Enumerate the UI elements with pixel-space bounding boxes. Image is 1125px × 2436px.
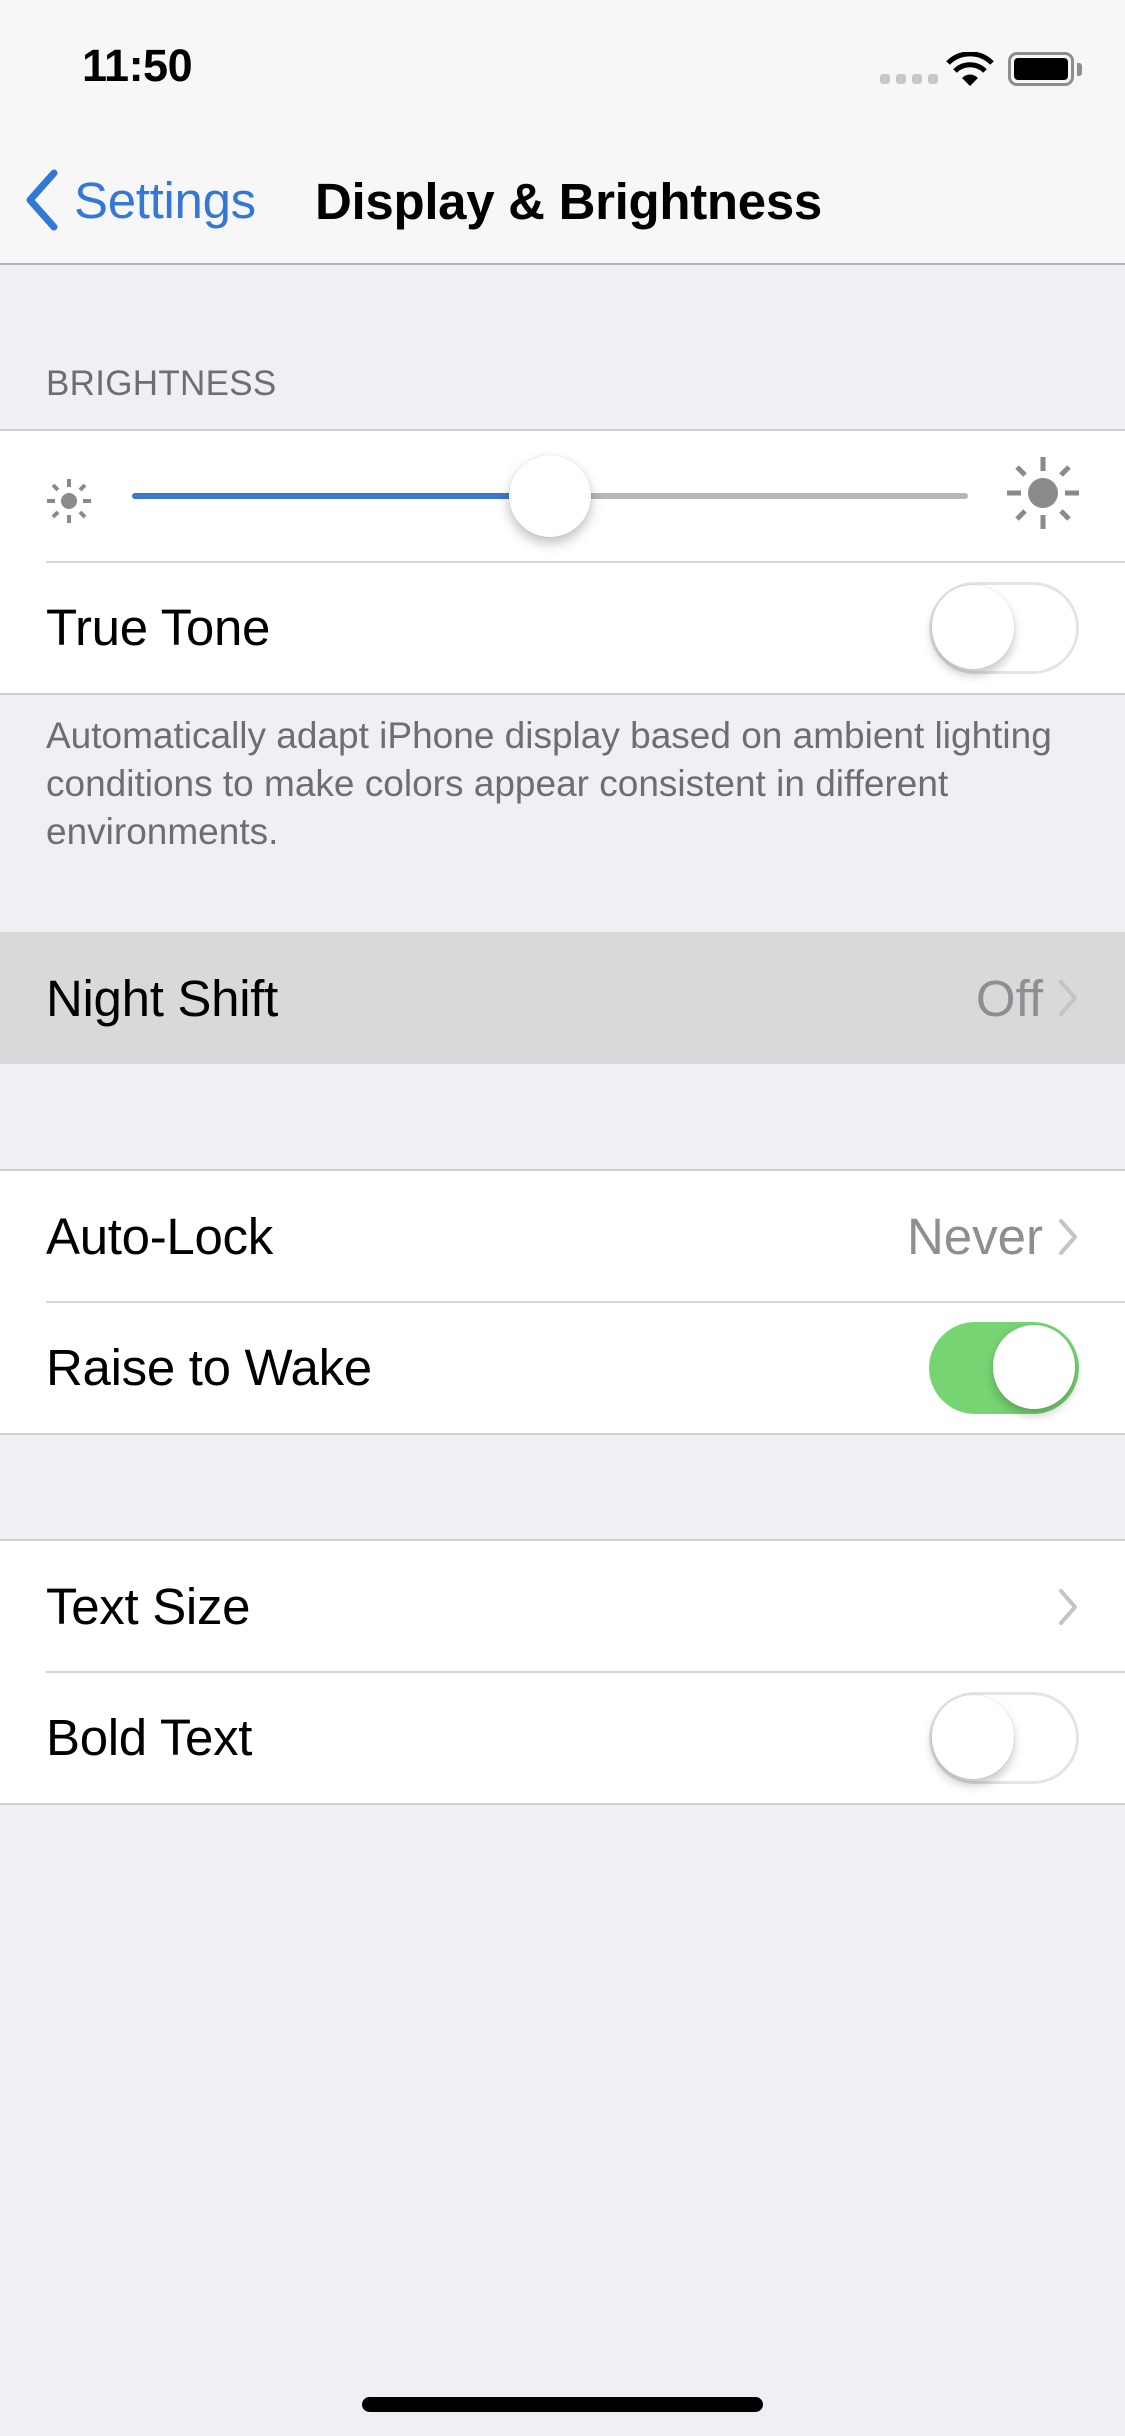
night-shift-value: Off (975, 969, 1043, 1027)
toggle-knob (932, 584, 1014, 669)
slider-fill (132, 493, 550, 499)
wifi-icon (946, 52, 994, 86)
chevron-right-icon (1059, 980, 1077, 1016)
back-button[interactable]: Settings (22, 168, 256, 232)
bold-text-label: Bold Text (46, 1709, 253, 1766)
text-size-row[interactable]: Text Size (0, 1541, 1125, 1672)
text-size-label: Text Size (46, 1578, 251, 1635)
true-tone-description: Automatically adapt iPhone display based… (46, 715, 1052, 852)
bold-text-toggle[interactable] (929, 1691, 1079, 1784)
battery-icon (1008, 52, 1074, 86)
toggle-knob (932, 1694, 1014, 1779)
auto-lock-value: Never (906, 1208, 1043, 1265)
back-label: Settings (74, 171, 256, 229)
true-tone-label: True Tone (46, 599, 271, 656)
chevron-right-icon (1059, 1218, 1077, 1255)
home-indicator[interactable] (362, 2397, 763, 2412)
auto-lock-label: Auto-Lock (46, 1208, 273, 1265)
chevron-left-icon (26, 169, 58, 231)
raise-to-wake-toggle[interactable] (929, 1321, 1079, 1414)
raise-to-wake-label: Raise to Wake (46, 1339, 372, 1396)
navigation-bar: Settings Display & Brightness (0, 132, 1125, 265)
battery-cap (1077, 63, 1082, 76)
chevron-right-icon (1059, 1588, 1077, 1625)
slider-thumb[interactable] (509, 455, 591, 537)
raise-to-wake-row: Raise to Wake (0, 1301, 1125, 1433)
brightness-slider[interactable] (132, 455, 968, 537)
cellular-signal-icon (880, 74, 938, 84)
section-header-brightness: BRIGHTNESS (46, 364, 277, 403)
status-time: 11:50 (82, 40, 193, 91)
brightness-slider-row (0, 431, 1125, 562)
page-title: Display & Brightness (315, 173, 822, 230)
status-bar: 11:50 (0, 0, 1125, 132)
lock-group: Auto-Lock Never Raise to Wake (0, 1169, 1125, 1435)
toggle-knob (993, 1324, 1075, 1409)
true-tone-toggle[interactable] (929, 581, 1079, 674)
true-tone-row: True Tone (0, 561, 1125, 693)
sun-large-icon (1007, 457, 1079, 529)
sun-small-icon (47, 479, 91, 523)
bold-text-row: Bold Text (0, 1671, 1125, 1803)
auto-lock-row[interactable]: Auto-Lock Never (0, 1171, 1125, 1302)
brightness-group: True Tone (0, 429, 1125, 695)
night-shift-row[interactable]: Night Shift Off (0, 932, 1125, 1064)
battery-level (1014, 58, 1068, 80)
night-shift-label: Night Shift (46, 969, 278, 1027)
text-group: Text Size Bold Text (0, 1539, 1125, 1805)
